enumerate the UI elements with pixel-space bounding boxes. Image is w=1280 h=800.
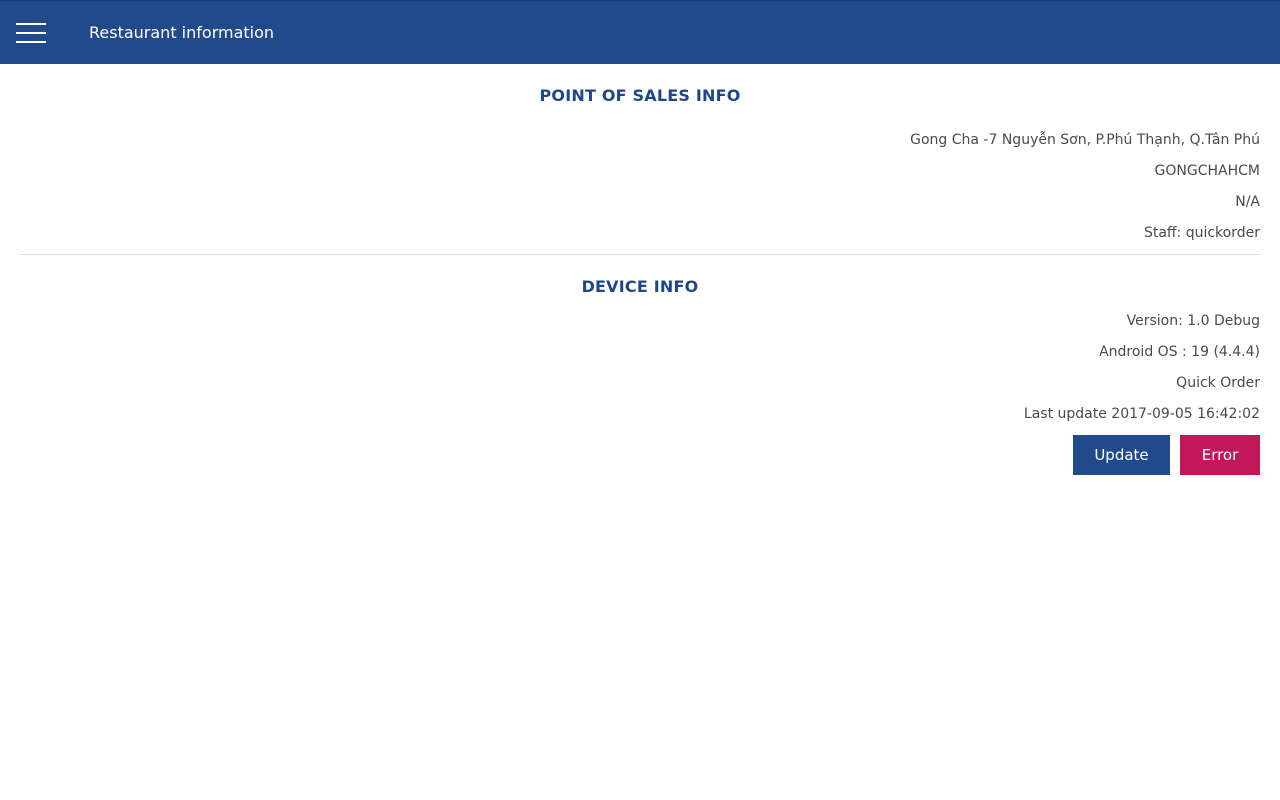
page-title: Restaurant information [89, 23, 275, 42]
pos-info-heading: POINT OF SALES INFO [539, 86, 741, 105]
section-divider [20, 254, 1260, 255]
pos-address: Gong Cha -7 Nguyễn Sơn, P.Phú Thạnh, Q.T… [910, 132, 1260, 148]
error-button[interactable]: Error [1180, 435, 1260, 475]
pos-extra: N/A [1235, 194, 1260, 210]
pos-staff: Staff: quickorder [1143, 225, 1260, 241]
top-app-bar: Restaurant information [0, 0, 1280, 64]
device-info-heading: DEVICE INFO [581, 277, 699, 296]
device-version: Version: 1.0 Debug [1126, 313, 1260, 329]
device-android-os: Android OS : 19 (4.4.4) [1099, 344, 1260, 360]
pos-code: GONGCHAHCM [1154, 163, 1260, 179]
device-app-name: Quick Order [1176, 375, 1260, 391]
device-last-update: Last update 2017-09-05 16:42:02 [1023, 406, 1260, 422]
hamburger-menu-icon[interactable] [16, 23, 46, 43]
update-button[interactable]: Update [1073, 435, 1170, 475]
